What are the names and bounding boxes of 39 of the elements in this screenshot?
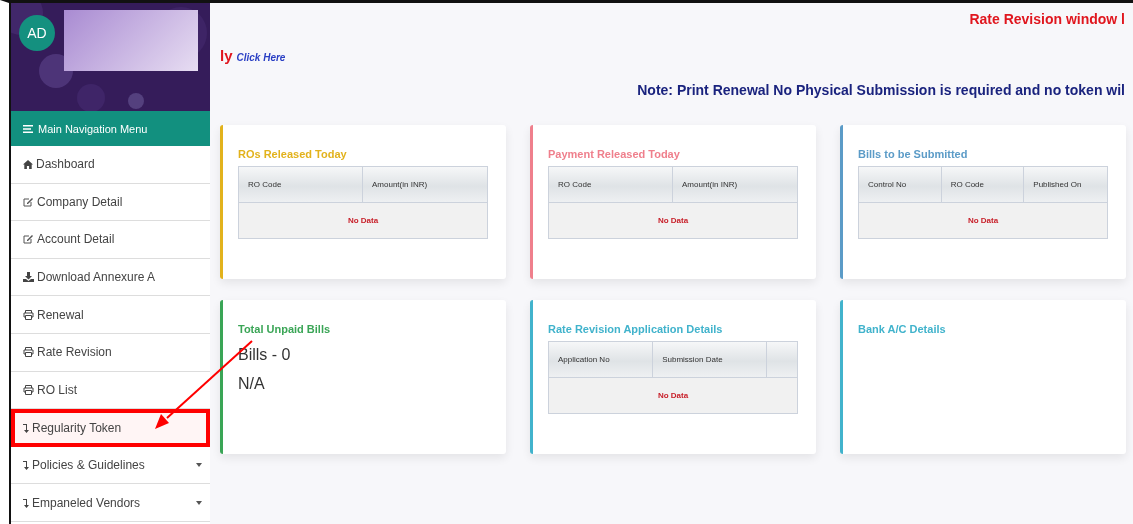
column-header: Amount(in INR) bbox=[363, 167, 487, 202]
edit-icon bbox=[23, 234, 34, 245]
summary-value: N/A bbox=[238, 375, 265, 393]
column-header: RO Code bbox=[549, 167, 673, 202]
card-title: Bills to be Submitted bbox=[858, 148, 968, 160]
edit-icon bbox=[23, 196, 34, 207]
column-header: Amount(in INR) bbox=[673, 167, 797, 202]
column-header: Published On bbox=[1024, 167, 1107, 202]
menu-title: Main Navigation Menu bbox=[38, 122, 148, 135]
card-title: ROs Released Today bbox=[238, 148, 347, 160]
column-header: Submission Date bbox=[653, 342, 768, 377]
download-icon bbox=[23, 272, 34, 283]
column-header: Application No bbox=[549, 342, 654, 377]
turn-down-icon bbox=[23, 497, 29, 508]
column-header: RO Code bbox=[239, 167, 363, 202]
empty-message: No Data bbox=[347, 216, 379, 225]
note-text: Note: Print Renewal No Physical Submission is required and no token wil bbox=[637, 82, 1125, 98]
column-header: Control No bbox=[859, 167, 942, 202]
empty-message: No Data bbox=[967, 216, 999, 225]
summary-value: Bills - 0 bbox=[238, 346, 291, 364]
printer-icon bbox=[23, 384, 34, 395]
card-title: Bank A/C Details bbox=[858, 323, 946, 335]
empty-message: No Data bbox=[657, 391, 689, 400]
menu-icon bbox=[23, 124, 33, 133]
printer-icon bbox=[23, 309, 34, 320]
click-here-link[interactable]: Click Here bbox=[236, 52, 286, 63]
column-header: RO Code bbox=[941, 167, 1025, 202]
turn-down-icon bbox=[23, 460, 29, 471]
card-title: Total Unpaid Bills bbox=[238, 323, 331, 335]
turn-down-icon bbox=[23, 422, 29, 433]
empty-message: No Data bbox=[657, 216, 689, 225]
notice-title: Rate Revision window l bbox=[969, 11, 1125, 27]
card-title: Payment Released Today bbox=[548, 148, 680, 160]
column-header bbox=[767, 342, 797, 377]
printer-icon bbox=[23, 347, 34, 358]
card-title: Rate Revision Application Details bbox=[548, 323, 723, 335]
home-icon bbox=[23, 159, 33, 169]
sidebar-item[interactable]: Regularity Token bbox=[11, 409, 210, 447]
notice-text: ly bbox=[220, 47, 233, 64]
